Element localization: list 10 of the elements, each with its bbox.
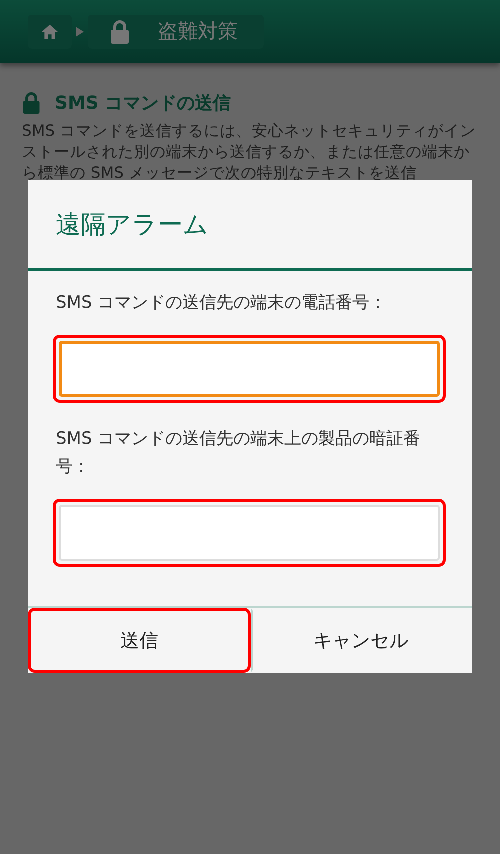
lock-icon <box>22 92 41 114</box>
home-icon <box>41 24 59 40</box>
dialog-title: 遠隔アラーム <box>28 180 472 271</box>
field-label: SMS コマンドの送信先の端末上の製品の暗証番号： <box>56 428 422 479</box>
lock-icon <box>110 20 130 44</box>
field-label: SMS コマンドの送信先の端末の電話番号： <box>56 292 388 315</box>
send-button[interactable]: 送信 <box>28 608 250 673</box>
chevron-icon <box>76 26 84 36</box>
input-field[interactable] <box>59 341 440 397</box>
section-title: SMS コマンドの送信 <box>55 92 232 115</box>
